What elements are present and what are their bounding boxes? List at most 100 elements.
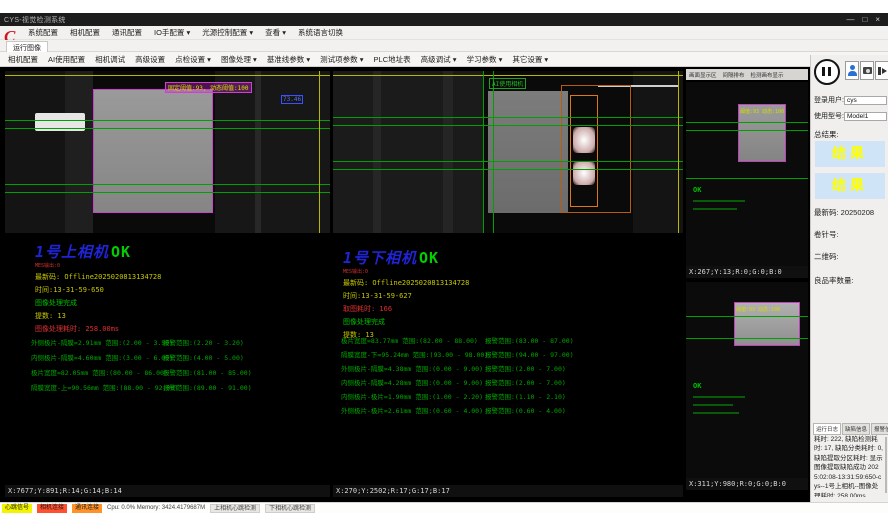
- camera-icon: [863, 67, 872, 74]
- menu-item-camera-config[interactable]: 相机配置: [70, 27, 100, 38]
- tool-learning-params[interactable]: 学习参数 ▾: [466, 54, 502, 65]
- pause-button[interactable]: [814, 59, 840, 85]
- preview-bottom-pixel-readout: X:311;Y:980;R:0;G:0;B:0: [686, 478, 808, 490]
- left-camera-canvas[interactable]: 固定阈值:93, 动态阈值:100 73.46: [5, 71, 330, 233]
- overlay-green-line-1: [333, 117, 683, 118]
- menu-item-comm-config[interactable]: 通讯配置: [112, 27, 142, 38]
- window-controls: — □ ×: [846, 15, 884, 25]
- login-user-field[interactable]: cys: [844, 96, 887, 105]
- minimize-icon[interactable]: —: [846, 15, 854, 25]
- result-box-1: 结果: [815, 141, 885, 167]
- electrode-block: [488, 91, 568, 213]
- elapsed-line: 图像处理耗时: 258.00ms: [35, 324, 161, 334]
- tool-spot-check[interactable]: 点检设置 ▾: [175, 54, 211, 65]
- measure-text: 极片宽度=83.77mm 范围:(82.00 - 88.00): [341, 335, 478, 345]
- log-scrollbar[interactable]: [885, 437, 887, 493]
- tool-advanced-debug[interactable]: 高级调试 ▾: [421, 54, 457, 65]
- camera-name: 1号上相机: [35, 243, 109, 261]
- overlay-yellow-line-right: [319, 71, 320, 233]
- tool-image-processing[interactable]: 图像处理 ▾: [221, 54, 257, 65]
- middle-camera-canvas[interactable]: AI使用相机: [333, 71, 683, 233]
- overlay-green-line: [686, 338, 808, 339]
- cpu-memory-text: Cpu: 0.0% Memory: 3424.4179687M: [107, 505, 205, 511]
- tool-advanced-settings[interactable]: 高级设置: [135, 54, 165, 65]
- measurement-row: 极片宽度=82.05mm 范围:(80.00 - 86.00)报警范围:(81.…: [31, 367, 326, 382]
- machine-right-rail: [255, 71, 261, 233]
- menu-item-io-config[interactable]: IO手配置 ▾: [154, 27, 190, 38]
- alarm-text: 报警范围:(1.10 - 2.10): [485, 391, 566, 401]
- login-user-label: 登录用户:: [814, 95, 844, 105]
- log-tab-alarm[interactable]: 报警信息: [871, 423, 888, 435]
- machine-column: [65, 71, 93, 233]
- count-line: 提数: 13: [35, 311, 161, 321]
- camera-tool-button[interactable]: [860, 61, 874, 80]
- user-lock-button[interactable]: [845, 61, 859, 80]
- middle-camera-title: 1号下相机OK: [343, 247, 469, 268]
- measurement-row: 内侧极片-隔膜=4.28mm 范围:(0.00 - 9.00)报警范围:(2.0…: [341, 377, 679, 391]
- measure-text: 内侧极片-隔膜=4.28mm 范围:(0.00 - 9.00): [341, 377, 483, 387]
- upper-camera-heartbeat: 上相机心跳检测: [210, 504, 260, 513]
- measure-text: 外侧极片-隔膜=4.38mm 范围:(0.00 - 9.00): [341, 363, 483, 373]
- preview-canvas-bottom[interactable]: 阈值:93 动态:100 OK: [686, 282, 808, 478]
- alarm-text: 报警范围:(83.00 - 87.00): [485, 335, 574, 345]
- titlebar: CYS-视觉检测系统 — □ ×: [0, 13, 888, 26]
- tool-camera-config[interactable]: 相机配置: [8, 54, 38, 65]
- menu-item-view[interactable]: 查看 ▾: [265, 27, 286, 38]
- preview-text-smudge: [693, 200, 745, 202]
- overlay-green-line-4: [5, 192, 330, 193]
- model-label: 使用型号:: [814, 111, 844, 121]
- left-pixel-readout: X:7677;Y:891;R:14;G:14;B:14: [5, 485, 330, 497]
- model-field[interactable]: Model1: [844, 112, 887, 121]
- heartbeat-signal-badge: 心跳信号: [2, 504, 32, 513]
- preview-threshold-label: 阈值:93 动态:100: [740, 108, 784, 115]
- overlay-green-line: [686, 316, 808, 317]
- strip-label: 画面显示区: [689, 71, 717, 79]
- preview-top-pixel-readout: X:267;Y:13;R:0;G:0;B:0: [686, 266, 808, 278]
- left-measurement-rows: 外侧极片-隔膜=2.91mm 范围:(2.00 - 3.50)报警范围:(2.2…: [31, 337, 326, 397]
- overlay-yellow-line-top: [333, 75, 683, 76]
- tool-camera-debug[interactable]: 相机调试: [95, 54, 125, 65]
- measurement-row: 外侧极片-隔膜=2.91mm 范围:(2.00 - 3.50)报警范围:(2.2…: [31, 337, 326, 352]
- tool-baseline-params[interactable]: 基准线参数 ▾: [267, 54, 310, 65]
- exit-button[interactable]: [875, 61, 888, 80]
- overlay-green-line-2: [333, 125, 683, 126]
- overlay-green-line: [686, 122, 808, 123]
- control-panel: 登录用户: cys 使用型号: Model1 总结果: 结果 结果 最新码: 2…: [810, 55, 888, 502]
- bright-spot: [573, 127, 595, 153]
- overlay-green-line-2: [5, 128, 330, 129]
- log-tab-run[interactable]: 运行日志: [813, 423, 841, 435]
- model-row: 使用型号: Model1: [814, 111, 887, 121]
- camera-name: 1号下相机: [343, 249, 417, 267]
- qr-code-label: 二维码:: [814, 251, 839, 262]
- pause-icon: [822, 67, 831, 76]
- measure-text: 内侧极片-极片=1.90mm 范围:(1.00 - 2.20): [341, 391, 483, 401]
- tool-other-settings[interactable]: 其它设置 ▾: [512, 54, 548, 65]
- lower-camera-heartbeat: 下相机心跳检测: [265, 504, 315, 513]
- maximize-icon[interactable]: □: [862, 15, 867, 25]
- blue-measure-marker: 73.46: [281, 95, 303, 104]
- time-line: 时间:13-31-59-650: [35, 285, 161, 295]
- machine-band-left: [333, 71, 483, 233]
- bright-spot: [573, 161, 595, 185]
- alarm-text: 报警范围:(0.60 - 4.00): [485, 405, 566, 415]
- threshold-label: 固定阈值:93, 动态阈值:100: [165, 82, 252, 93]
- tool-plc-address-table[interactable]: PLC地址表: [374, 54, 411, 65]
- comm-connection-badge: 通讯连接: [72, 504, 102, 513]
- tab-run-image[interactable]: 运行图像: [6, 41, 48, 52]
- measurement-row: 隔膜宽度-上=90.56mm 范围:(88.00 - 92.00)报警范围:(8…: [31, 382, 326, 397]
- preview-canvas-top[interactable]: 阈值:93 动态:100 OK: [686, 82, 808, 266]
- status-bar: 心跳信号 相机连接 通讯连接 Cpu: 0.0% Memory: 3424.41…: [0, 502, 888, 513]
- measure-text: 隔膜宽度-下=95.24mm 范围:(93.00 - 98.00): [341, 349, 488, 359]
- tool-test-params[interactable]: 测试项参数 ▾: [320, 54, 363, 65]
- log-tab-defect[interactable]: 缺陷信息: [842, 423, 870, 435]
- measurement-row: 外侧极片-隔膜=4.38mm 范围:(0.00 - 9.00)报警范围:(2.0…: [341, 363, 679, 377]
- close-icon[interactable]: ×: [875, 15, 880, 25]
- menu-item-system-config[interactable]: 系统配置: [28, 27, 58, 38]
- menu-item-language-switch[interactable]: 系统语言切换: [298, 27, 343, 38]
- menu-item-light-config[interactable]: 光源控制配置 ▾: [202, 27, 253, 38]
- overlay-yellow-line-right: [678, 71, 679, 233]
- grab-time-line: 取图耗时: 166: [343, 304, 469, 314]
- preview-text-smudge: [693, 208, 737, 210]
- measurement-row: 极片宽度=83.77mm 范围:(82.00 - 88.00) 报警范围:(83.…: [341, 335, 679, 349]
- tool-ai-config[interactable]: AI使用配置: [48, 54, 85, 65]
